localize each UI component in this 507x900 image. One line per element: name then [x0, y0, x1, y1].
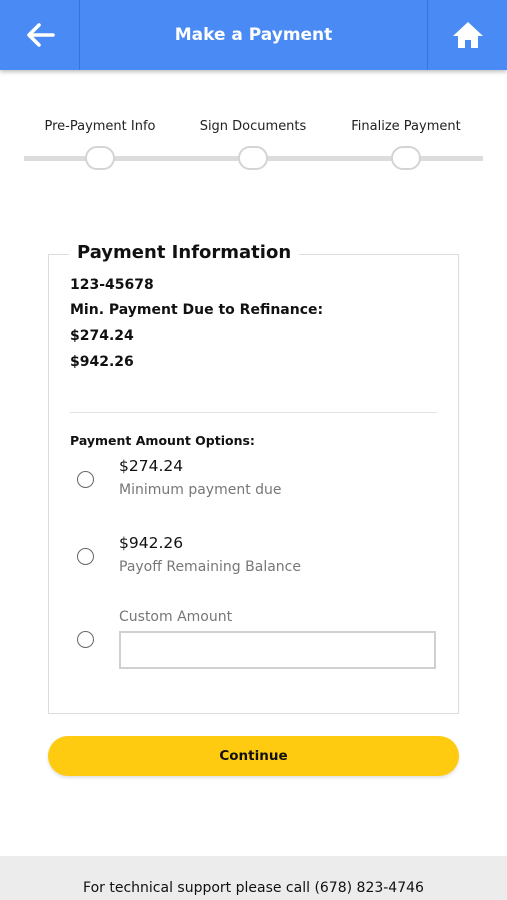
option-amount: $942.26: [119, 534, 184, 552]
continue-button[interactable]: Continue: [48, 736, 459, 776]
minimum-payment-radio[interactable]: [77, 471, 94, 488]
custom-amount-radio[interactable]: [77, 631, 94, 648]
divider: [70, 412, 437, 413]
step-indicator: [85, 146, 115, 170]
support-footer: For technical support please call (678) …: [0, 856, 507, 900]
step-sign-documents: Sign Documents: [173, 118, 333, 170]
home-icon: [452, 22, 483, 48]
back-button[interactable]: [0, 0, 80, 70]
payment-options-heading: Payment Amount Options:: [70, 433, 255, 448]
account-number: 123-45678: [70, 277, 154, 293]
page-title: Make a Payment: [174, 25, 333, 45]
card-title: Payment Information: [69, 242, 300, 263]
support-text: For technical support please call (678) …: [83, 880, 424, 896]
arrow-left-icon: [26, 23, 55, 47]
step-label: Finalize Payment: [351, 119, 461, 134]
custom-amount-input[interactable]: [119, 631, 436, 669]
option-amount: $274.24: [119, 457, 184, 475]
step-pre-payment-info: Pre-Payment Info: [20, 118, 180, 170]
min-payment-label: Min. Payment Due to Refinance:: [70, 302, 324, 318]
step-indicator: [238, 146, 268, 170]
custom-amount-label: Custom Amount: [119, 609, 233, 625]
step-label: Sign Documents: [199, 119, 307, 134]
payoff-balance-radio[interactable]: [77, 548, 94, 565]
step-label: Pre-Payment Info: [44, 119, 156, 134]
option-description: Payoff Remaining Balance: [119, 559, 301, 575]
step-indicator: [391, 146, 421, 170]
balance-value: $942.26: [70, 354, 134, 370]
payment-information-card: Payment Information 123-45678 Min. Payme…: [48, 242, 459, 714]
step-finalize-payment: Finalize Payment: [326, 118, 486, 170]
option-description: Minimum payment due: [119, 482, 282, 498]
home-button[interactable]: [427, 0, 507, 70]
progress-stepper: Pre-Payment Info Sign Documents Finalize…: [0, 118, 507, 178]
app-header: Make a Payment: [0, 0, 507, 70]
min-payment-value: $274.24: [70, 328, 134, 344]
